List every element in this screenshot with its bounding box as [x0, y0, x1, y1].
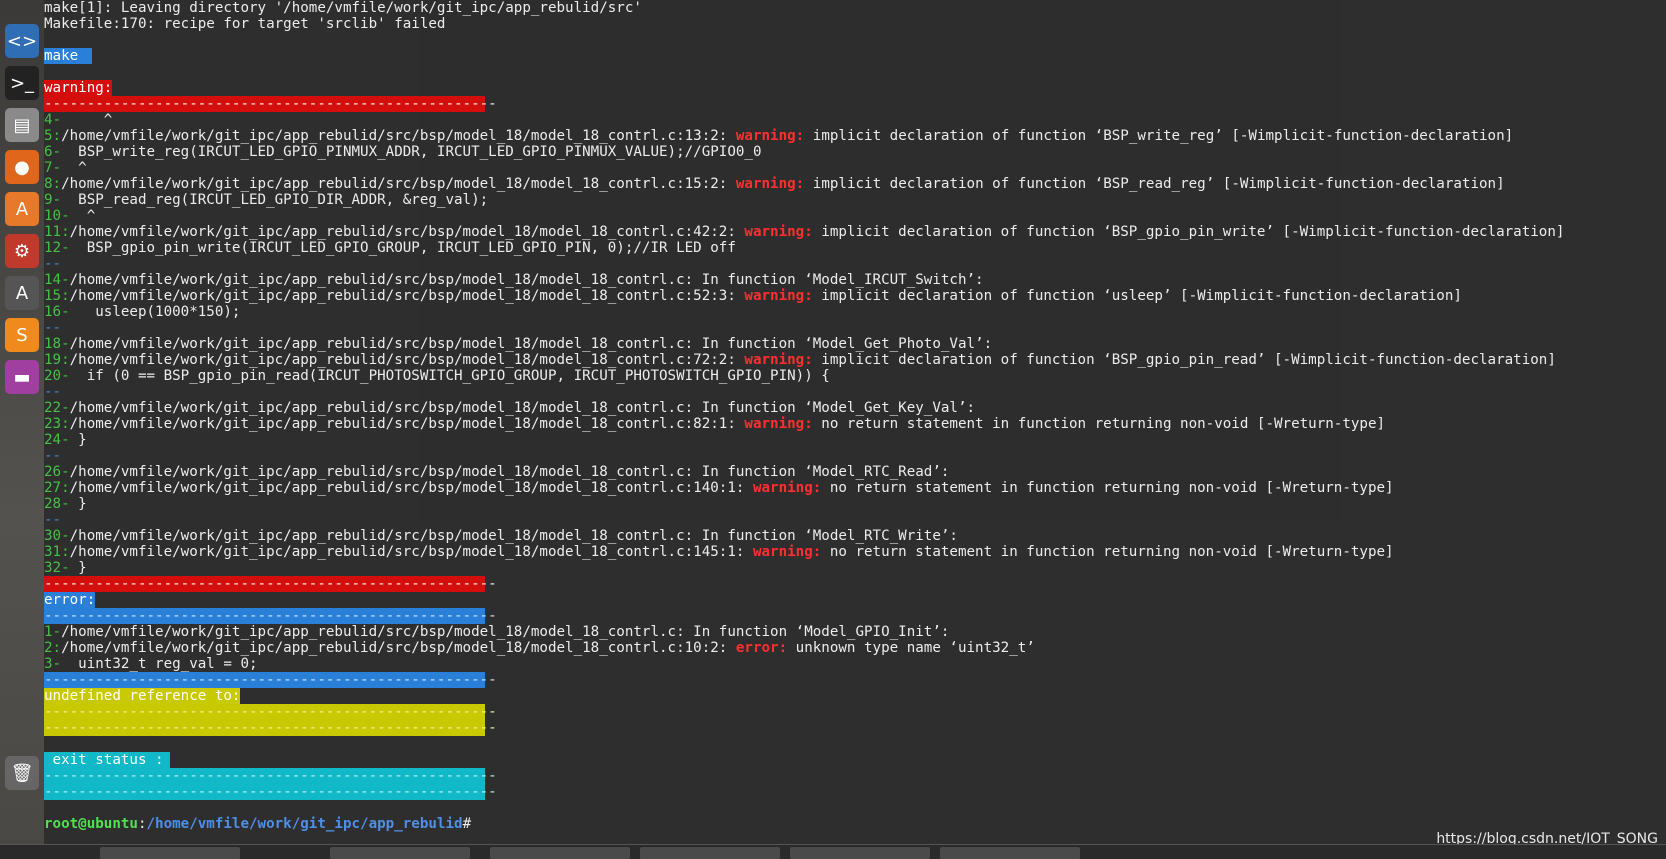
- output-line: 5:/home/vmfile/work/git_ipc/app_rebulid/…: [44, 128, 1514, 144]
- taskbar-item[interactable]: [640, 847, 780, 859]
- output-line: 12- BSP_gpio_pin_write(IRCUT_LED_GPIO_GR…: [44, 240, 736, 256]
- output-line: 32- }: [44, 560, 87, 576]
- undefined-separator-end: ----------------------------------------…: [44, 720, 497, 736]
- warning-separator: ----------------------------------------…: [44, 96, 497, 112]
- taskbar-item[interactable]: [790, 847, 930, 859]
- code-editor-icon[interactable]: <>: [5, 24, 39, 58]
- update-icon[interactable]: A: [5, 276, 39, 310]
- output-line: 19:/home/vmfile/work/git_ipc/app_rebulid…: [44, 352, 1556, 368]
- settings-icon[interactable]: ⚙: [5, 234, 39, 268]
- output-line: 18-/home/vmfile/work/git_ipc/app_rebulid…: [44, 336, 993, 352]
- error-label: error:: [44, 592, 96, 608]
- output-line: 26-/home/vmfile/work/git_ipc/app_rebulid…: [44, 464, 950, 480]
- taskbar-item[interactable]: [490, 847, 630, 859]
- taskbar-item[interactable]: [330, 847, 470, 859]
- warning-keyword: warning:: [744, 224, 813, 240]
- trash-icon[interactable]: 🗑: [5, 756, 39, 790]
- undefined-separator: ----------------------------------------…: [44, 704, 497, 720]
- output-line: 4- ^: [44, 112, 113, 128]
- output-line: 2:/home/vmfile/work/git_ipc/app_rebulid/…: [44, 640, 1035, 656]
- output-line: 28- }: [44, 496, 87, 512]
- exit-status-label: exit status :: [44, 752, 170, 768]
- output-line: 20- if (0 == BSP_gpio_pin_read(IRCUT_PHO…: [44, 368, 830, 384]
- output-line: 23:/home/vmfile/work/git_ipc/app_rebulid…: [44, 416, 1386, 432]
- output-line: 30-/home/vmfile/work/git_ipc/app_rebulid…: [44, 528, 958, 544]
- software-center-icon[interactable]: A: [5, 192, 39, 226]
- file-manager-icon[interactable]: ▤: [5, 108, 39, 142]
- warning-separator-end: ----------------------------------------…: [44, 576, 497, 592]
- output-line: 8:/home/vmfile/work/git_ipc/app_rebulid/…: [44, 176, 1505, 192]
- warning-keyword: warning:: [744, 288, 813, 304]
- separator-line: --: [44, 320, 62, 336]
- separator-line: --: [44, 384, 62, 400]
- makefile-failed-line: Makefile:170: recipe for target 'srclib'…: [44, 16, 446, 32]
- output-line: 15:/home/vmfile/work/git_ipc/app_rebulid…: [44, 288, 1462, 304]
- error-keyword: error:: [735, 640, 788, 656]
- warning-label: warning:: [44, 80, 113, 96]
- workspace-icon[interactable]: ▬: [5, 360, 39, 394]
- separator-line: --: [44, 448, 62, 464]
- exit-separator-end: ----------------------------------------…: [44, 784, 497, 800]
- output-line: 22-/home/vmfile/work/git_ipc/app_rebulid…: [44, 400, 976, 416]
- exit-separator: ----------------------------------------…: [44, 768, 497, 784]
- output-line: 14-/home/vmfile/work/git_ipc/app_rebulid…: [44, 272, 984, 288]
- warning-keyword: warning:: [752, 544, 822, 560]
- terminal-icon[interactable]: >_: [5, 66, 39, 100]
- terminal-output[interactable]: make[1]: Leaving directory '/home/vmfile…: [44, 0, 1666, 845]
- output-line: 16- usleep(1000*150);: [44, 304, 241, 320]
- output-line: 9- BSP_read_reg(IRCUT_LED_GPIO_DIR_ADDR,…: [44, 192, 489, 208]
- output-line: 7- ^: [44, 160, 87, 176]
- prompt-user: root@ubuntu: [44, 816, 138, 832]
- output-line: 11:/home/vmfile/work/git_ipc/app_rebulid…: [44, 224, 1565, 240]
- make-leaving-line: make[1]: Leaving directory '/home/vmfile…: [44, 0, 642, 16]
- undefined-reference-label: undefined reference to:: [44, 688, 241, 704]
- prompt-path: /home/vmfile/work/git_ipc/app_rebulid: [146, 816, 463, 832]
- firefox-icon[interactable]: ●: [5, 150, 39, 184]
- output-line: 6- BSP_write_reg(IRCUT_LED_GPIO_PINMUX_A…: [44, 144, 762, 160]
- output-line: 1-/home/vmfile/work/git_ipc/app_rebulid/…: [44, 624, 950, 640]
- unity-launcher: <> >_ ▤ ● A ⚙ A S ▬ 🗑: [0, 0, 44, 859]
- sublime-icon[interactable]: S: [5, 318, 39, 352]
- warning-keyword: warning:: [752, 480, 822, 496]
- output-line: 27:/home/vmfile/work/git_ipc/app_rebulid…: [44, 480, 1394, 496]
- warning-keyword: warning:: [735, 128, 805, 144]
- output-line: 3- uint32_t reg_val = 0;: [44, 656, 258, 672]
- taskbar-item[interactable]: [940, 847, 1080, 859]
- error-list: 1-/home/vmfile/work/git_ipc/app_rebulid/…: [44, 624, 1666, 672]
- warning-keyword: warning:: [744, 352, 813, 368]
- warning-keyword: warning:: [735, 176, 805, 192]
- output-line: 31:/home/vmfile/work/git_ipc/app_rebulid…: [44, 544, 1394, 560]
- separator-line: --: [44, 512, 62, 528]
- error-separator-end: ----------------------------------------…: [44, 672, 497, 688]
- taskbar: [0, 844, 1666, 859]
- warning-keyword: warning:: [744, 416, 813, 432]
- taskbar-item[interactable]: [100, 847, 240, 859]
- output-line: 10- ^: [44, 208, 96, 224]
- output-line: 24- }: [44, 432, 87, 448]
- warning-list: 4- ^ 5:/home/vmfile/work/git_ipc/app_rebu…: [44, 112, 1666, 576]
- make-label: make: [44, 48, 93, 64]
- error-separator: ----------------------------------------…: [44, 608, 497, 624]
- shell-prompt[interactable]: root@ubuntu:/home/vmfile/work/git_ipc/ap…: [44, 816, 1666, 832]
- separator-line: --: [44, 256, 62, 272]
